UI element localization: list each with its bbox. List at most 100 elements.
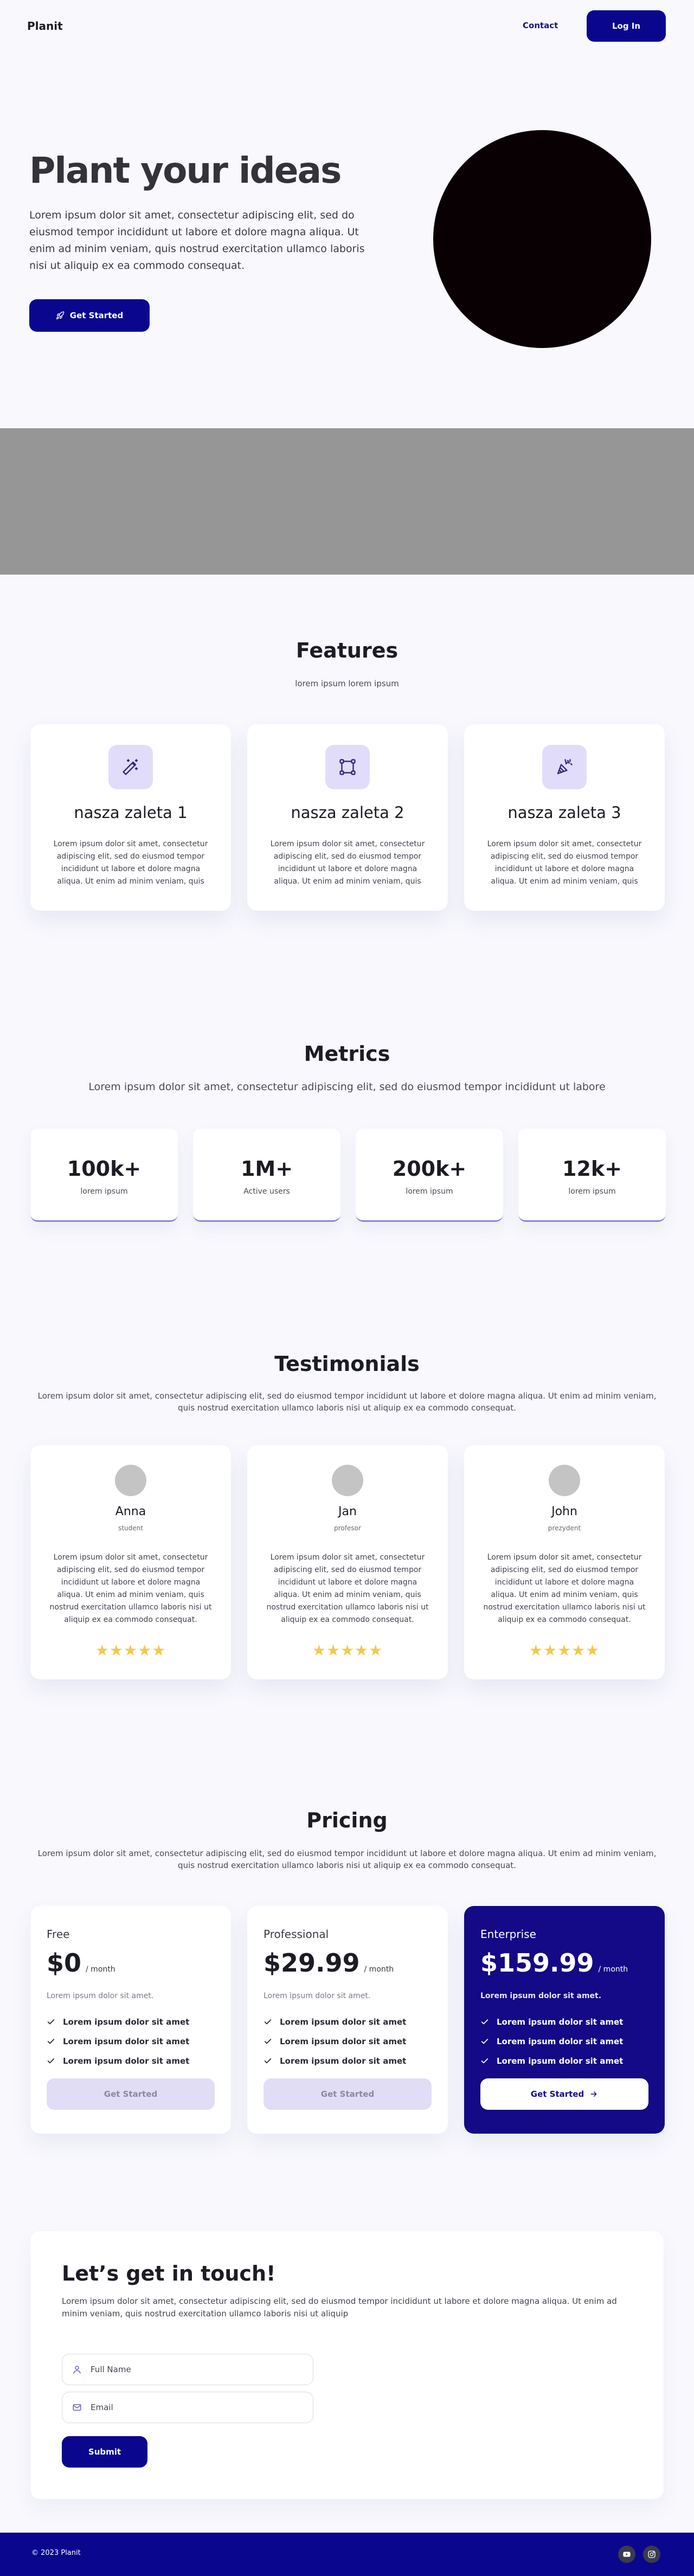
- star-icon: ★: [340, 1641, 355, 1659]
- instagram-icon[interactable]: [643, 2546, 660, 2563]
- check-icon: [481, 2019, 489, 2025]
- full-name-field[interactable]: [62, 2354, 313, 2385]
- plan-price: $159.99 / month: [480, 1948, 628, 1978]
- avatar: [332, 1465, 363, 1496]
- testimonial-text: Lorem ipsum dolor sit amet, consectetur …: [266, 1553, 429, 1624]
- submit-button[interactable]: Submit: [62, 2436, 147, 2468]
- footer: © 2023 Planit: [0, 2533, 694, 2576]
- plan-price: $29.99 / month: [264, 1948, 394, 1978]
- plan-feature-label: Lorem ipsum dolor sit amet: [63, 2056, 190, 2066]
- testimonial-name: John: [551, 1505, 577, 1518]
- plan-name: Professional: [264, 1928, 329, 1941]
- testimonial-role: profesor: [334, 1524, 361, 1532]
- metric-label: Active users: [243, 1187, 290, 1196]
- plan-price: $0 / month: [47, 1948, 115, 1978]
- price-period: / month: [364, 1965, 394, 1974]
- testimonial-name: Jan: [338, 1505, 357, 1518]
- features-subtitle: lorem ipsum lorem ipsum: [295, 679, 399, 688]
- feature-card: nasza zaleta 1 Lorem ipsum dolor sit ame…: [30, 724, 231, 911]
- testimonial-name: Anna: [115, 1505, 146, 1518]
- plan-button-label: Get Started: [320, 2089, 375, 2099]
- check-icon: [481, 2039, 489, 2044]
- plan-feature-label: Lorem ipsum dolor sit amet: [280, 2017, 407, 2027]
- email-field[interactable]: [62, 2392, 313, 2423]
- plan-feature-item: Lorem ipsum dolor sit amet: [480, 2032, 623, 2051]
- plan-feature-label: Lorem ipsum dolor sit amet: [63, 2017, 190, 2027]
- feature-text: Lorem ipsum dolor sit amet, consectetur …: [53, 840, 208, 886]
- star-icon: ★: [586, 1641, 600, 1659]
- check-icon: [47, 2058, 55, 2064]
- metric-value: 100k+: [67, 1157, 142, 1181]
- star-icon: ★: [123, 1641, 138, 1659]
- pricing-subtitle: Lorem ipsum dolor sit amet, consectetur …: [37, 1849, 657, 1870]
- testimonial-role: prezydent: [548, 1524, 581, 1532]
- plan-feature-item: Lorem ipsum dolor sit amet: [47, 2012, 189, 2032]
- plan-get-started-button[interactable]: Get Started: [264, 2078, 432, 2110]
- arrow-right-icon: [590, 2091, 597, 2097]
- login-button[interactable]: Log In: [587, 10, 666, 42]
- plan-name: Free: [47, 1928, 70, 1941]
- hero-get-started-button[interactable]: Get Started: [29, 299, 150, 332]
- party-popper-icon: [542, 745, 587, 789]
- plan-feature-item: Lorem ipsum dolor sit amet: [264, 2051, 406, 2071]
- metric-label: lorem ipsum: [80, 1187, 128, 1196]
- metrics-subtitle: Lorem ipsum dolor sit amet, consectetur …: [88, 1081, 606, 1093]
- testimonials-subtitle: Lorem ipsum dolor sit amet, consectetur …: [37, 1391, 657, 1413]
- feature-title: nasza zaleta 2: [291, 803, 404, 822]
- feature-text: Lorem ipsum dolor sit amet, consectetur …: [487, 840, 642, 886]
- youtube-icon[interactable]: [618, 2546, 635, 2563]
- avatar: [115, 1465, 146, 1496]
- full-name-input[interactable]: [91, 2365, 297, 2374]
- testimonials-title: Testimonials: [274, 1352, 420, 1376]
- plan-name: Enterprise: [480, 1928, 536, 1941]
- footer-copyright: © 2023 Planit: [31, 2549, 81, 2557]
- plan-feature-label: Lorem ipsum dolor sit amet: [280, 2037, 407, 2046]
- contact-title: Let’s get in touch!: [62, 2262, 276, 2285]
- plan-feature-label: Lorem ipsum dolor sit amet: [497, 2056, 624, 2066]
- contact-text: Lorem ipsum dolor sit amet, consectetur …: [62, 2296, 617, 2319]
- price-period: / month: [598, 1965, 628, 1974]
- star-icon: ★: [557, 1641, 572, 1659]
- plan-feature-label: Lorem ipsum dolor sit amet: [497, 2037, 624, 2046]
- nav-contact-link[interactable]: Contact: [523, 21, 558, 30]
- avatar: [549, 1465, 580, 1496]
- plan-feature-item: Lorem ipsum dolor sit amet: [264, 2012, 406, 2032]
- metrics-title: Metrics: [304, 1042, 390, 1066]
- price-value: $159.99: [480, 1948, 594, 1978]
- metric-value: 1M+: [240, 1157, 293, 1181]
- star-icon: ★: [529, 1641, 543, 1659]
- metric-label: lorem ipsum: [568, 1187, 616, 1196]
- metric-card: 200k+ lorem ipsum: [356, 1129, 503, 1222]
- plan-get-started-button[interactable]: Get Started: [480, 2078, 648, 2110]
- star-icon: ★: [152, 1641, 166, 1659]
- feature-title: nasza zaleta 1: [74, 803, 188, 822]
- plan-get-started-button[interactable]: Get Started: [47, 2078, 215, 2110]
- testimonial-card: John prezydent Lorem ipsum dolor sit ame…: [464, 1445, 665, 1679]
- check-icon: [264, 2019, 272, 2025]
- hero-text: Lorem ipsum dolor sit amet, consectetur …: [29, 209, 365, 272]
- banner-image: [0, 428, 694, 575]
- email-input[interactable]: [91, 2403, 297, 2412]
- plan-features: Lorem ipsum dolor sit amet Lorem ipsum do…: [480, 2012, 623, 2071]
- testimonial-card: Anna student Lorem ipsum dolor sit amet,…: [30, 1445, 231, 1679]
- star-icon: ★: [109, 1641, 124, 1659]
- feature-title: nasza zaleta 3: [507, 803, 621, 822]
- rocket-icon: [56, 311, 65, 319]
- hero-image: [433, 130, 651, 348]
- plan-description: Lorem ipsum dolor sit amet.: [264, 1992, 371, 2000]
- user-icon: [73, 2366, 81, 2374]
- plan-feature-label: Lorem ipsum dolor sit amet: [63, 2037, 190, 2046]
- logo[interactable]: Planit: [27, 20, 63, 33]
- star-rating: ★★★★★: [30, 1641, 231, 1659]
- metric-value: 12k+: [562, 1157, 622, 1181]
- check-icon: [47, 2039, 55, 2044]
- star-icon: ★: [355, 1641, 369, 1659]
- plan-feature-label: Lorem ipsum dolor sit amet: [497, 2017, 624, 2027]
- star-rating: ★★★★★: [247, 1641, 448, 1659]
- feature-card: nasza zaleta 2 Lorem ipsum dolor sit ame…: [247, 724, 448, 911]
- plan-feature-label: Lorem ipsum dolor sit amet: [280, 2056, 407, 2066]
- testimonial-card: Jan profesor Lorem ipsum dolor sit amet,…: [247, 1445, 448, 1679]
- star-icon: ★: [312, 1641, 326, 1659]
- star-rating: ★★★★★: [464, 1641, 665, 1659]
- plan-button-label: Get Started: [104, 2089, 158, 2099]
